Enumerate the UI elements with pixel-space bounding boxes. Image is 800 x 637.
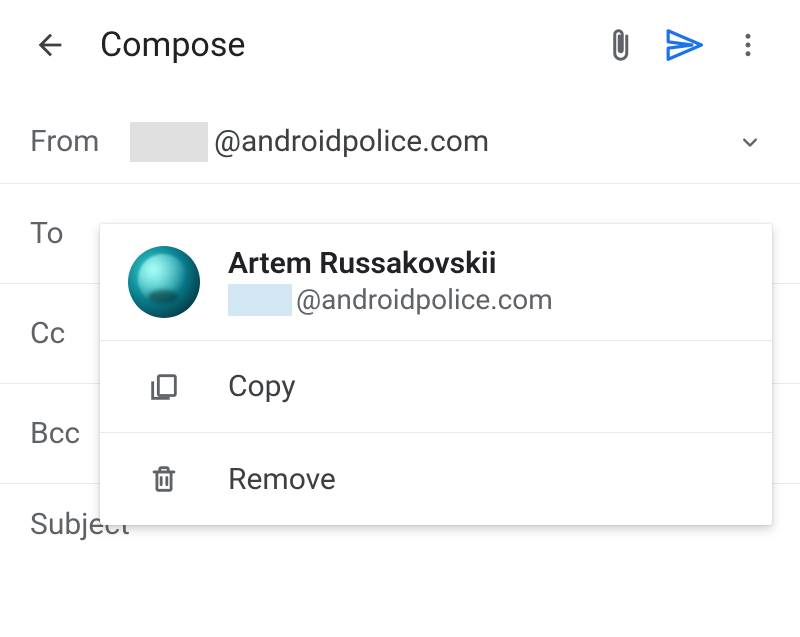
from-domain: @androidpolice.com [214, 124, 489, 159]
overflow-menu-button[interactable] [716, 30, 780, 60]
app-bar: Compose [0, 0, 800, 90]
from-dropdown[interactable] [730, 128, 770, 156]
attach-button[interactable] [588, 27, 652, 63]
contact-header[interactable]: Artem Russakovskii @androidpolice.com [100, 224, 772, 341]
more-vert-icon [733, 30, 763, 60]
redacted-contact-user [228, 284, 292, 316]
contact-avatar [128, 246, 200, 318]
back-button[interactable] [30, 28, 70, 62]
paperclip-icon [602, 27, 638, 63]
contact-popup: Artem Russakovskii @androidpolice.com Co… [100, 224, 772, 525]
trash-icon [147, 462, 181, 496]
send-button[interactable] [652, 26, 716, 64]
contact-domain: @androidpolice.com [296, 282, 553, 318]
page-title: Compose [100, 25, 245, 65]
copy-label: Copy [228, 369, 296, 404]
from-value: @androidpolice.com [130, 122, 730, 162]
remove-label: Remove [228, 462, 336, 497]
redacted-from-user [130, 122, 208, 162]
remove-action[interactable]: Remove [100, 433, 772, 525]
chevron-down-icon [736, 128, 764, 156]
contact-text: Artem Russakovskii @androidpolice.com [228, 246, 553, 318]
copy-icon [147, 370, 181, 404]
from-label: From [30, 124, 130, 159]
send-icon [665, 26, 703, 64]
contact-name: Artem Russakovskii [228, 246, 553, 282]
back-arrow-icon [33, 28, 67, 62]
copy-action[interactable]: Copy [100, 341, 772, 433]
contact-email: @androidpolice.com [228, 282, 553, 318]
from-row[interactable]: From @androidpolice.com [0, 100, 800, 184]
